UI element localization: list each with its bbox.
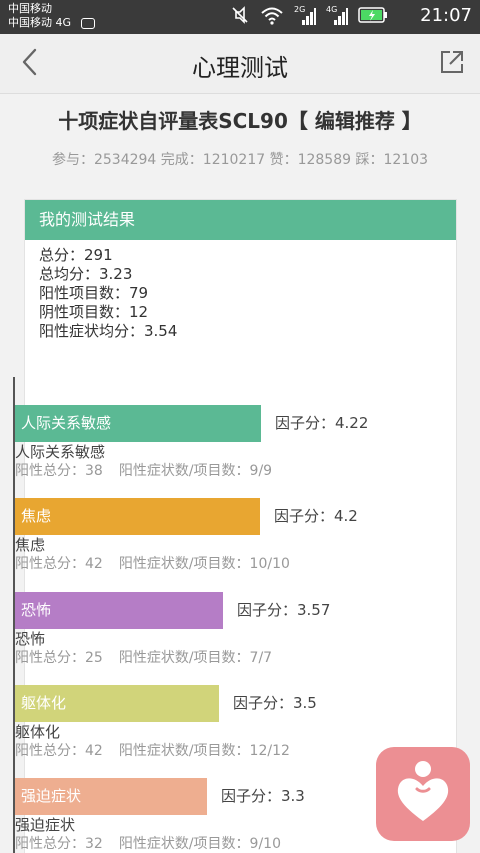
factor-positive-ratio: 阳性症状数/项目数：10/10 (118, 556, 290, 573)
factor-name: 人际关系敏感 (15, 443, 106, 461)
factor-score: 因子分：3.57 (237, 600, 331, 619)
mute-icon (230, 5, 250, 29)
factor-positive-total: 阳性总分：32 (15, 836, 103, 853)
factor-detail: 阳性总分：42 阳性症状数/项目数：10/10 (15, 555, 290, 573)
factor-bar: 恐怖 (15, 591, 223, 629)
factor-row: 焦虑 因子分：4.2 焦虑 阳性总分：42 阳性症状数/项目数：10/10 (15, 498, 415, 591)
factor-score: 因子分：3.5 (233, 693, 317, 712)
test-title: 十项症状自评量表SCL90【 编辑推荐 】 (58, 109, 422, 133)
factor-score: 因子分：3.3 (221, 787, 305, 806)
factor-detail: 阳性总分：38 阳性症状数/项目数：9/9 (15, 462, 272, 480)
heart-person-icon (391, 759, 455, 829)
wifi-icon (260, 5, 284, 29)
factor-positive-total: 阳性总分：42 (15, 742, 103, 759)
factor-row: 躯体化 因子分：3.5 躯体化 阳性总分：42 阳性症状数/项目数：12/12 (15, 684, 415, 778)
factor-score: 因子分：4.2 (274, 507, 358, 526)
factor-chart: 人际关系敏感 因子分：4.22 人际关系敏感 阳性总分：38 阳性症状数/项目数：9/9… (13, 377, 423, 853)
summary-negative-items: 阴性项目数：12 (39, 303, 149, 321)
factor-positive-total: 阳性总分：38 (15, 463, 103, 479)
summary-positive-average: 阳性症状均分：3.54 (39, 322, 178, 340)
status-icons: 2G 4G (230, 4, 388, 30)
notification-icon (80, 17, 95, 29)
share-button[interactable] (434, 46, 470, 82)
factor-positive-ratio: 阳性症状数/项目数：9/10 (118, 836, 281, 853)
signal-4g-icon: 4G (326, 4, 348, 30)
factor-name: 躯体化 (15, 722, 61, 741)
factor-positive-ratio: 阳性症状数/项目数：12/12 (118, 742, 290, 759)
factor-bar: 躯体化 (15, 684, 219, 722)
result-header: 我的测试结果 (25, 200, 456, 240)
factor-name: 焦虑 (15, 536, 46, 555)
main-content: 十项症状自评量表SCL90【 编辑推荐 】 参与：2534294 完成：1210… (0, 95, 480, 853)
factor-positive-ratio: 阳性症状数/项目数：7/7 (118, 649, 273, 666)
factor-bar: 焦虑 (15, 498, 260, 536)
summary-average-score: 总均分：3.23 (39, 265, 133, 283)
factor-positive-ratio: 阳性症状数/项目数：9/9 (118, 463, 273, 479)
factor-bar: 强迫症状 (15, 778, 207, 816)
share-external-icon (438, 48, 466, 80)
net-label-2g: 2G (294, 5, 305, 14)
factor-name: 强迫症状 (15, 816, 76, 835)
clock: 21:07 (420, 5, 472, 26)
factor-score: 因子分：4.22 (275, 414, 369, 432)
factor-row: 恐怖 因子分：3.57 恐怖 阳性总分：25 阳性症状数/项目数：7/7 (15, 591, 415, 685)
net-label-4g: 4G (326, 5, 337, 14)
factor-positive-total: 阳性总分：42 (15, 556, 103, 573)
app-bar: 心理测试 (0, 34, 480, 94)
page-title: 心理测试 (192, 54, 288, 82)
factor-detail: 阳性总分：42 阳性症状数/项目数：12/12 (15, 742, 290, 760)
test-stats: 参与：2534294 完成：1210217 赞：128589 踩：12103 (51, 152, 429, 168)
carrier-label-1: 中国移动 (8, 2, 52, 15)
signal-2g-icon: 2G (294, 4, 316, 30)
factor-bar: 人际关系敏感 (15, 405, 261, 442)
summary-total-score: 总分：291 (39, 246, 113, 264)
status-bar: 中国移动 中国移动 4G 2G 4G 21:07 (0, 0, 480, 34)
factor-name: 恐怖 (15, 629, 46, 648)
factor-row: 强迫症状 因子分：3.3 强迫症状 阳性总分：32 阳性症状数/项目数：9/10 (15, 778, 415, 853)
result-summary: 总分：291 总均分：3.23 阳性项目数：79 阴性项目数：12 阳性症状均分… (25, 240, 456, 341)
floating-action-button[interactable] (376, 747, 470, 841)
factor-detail: 阳性总分：32 阳性症状数/项目数：9/10 (15, 835, 281, 853)
battery-charging-icon (358, 6, 388, 28)
summary-positive-items: 阳性项目数：79 (39, 284, 149, 302)
factor-detail: 阳性总分：25 阳性症状数/项目数：7/7 (15, 649, 272, 667)
factor-row: 人际关系敏感 因子分：4.22 人际关系敏感 阳性总分：38 阳性症状数/项目数：9/9 (15, 405, 415, 498)
carrier-label-2: 中国移动 4G (8, 16, 95, 29)
factor-positive-total: 阳性总分：25 (15, 649, 103, 666)
carrier-label-2-text: 中国移动 4G (8, 16, 72, 29)
